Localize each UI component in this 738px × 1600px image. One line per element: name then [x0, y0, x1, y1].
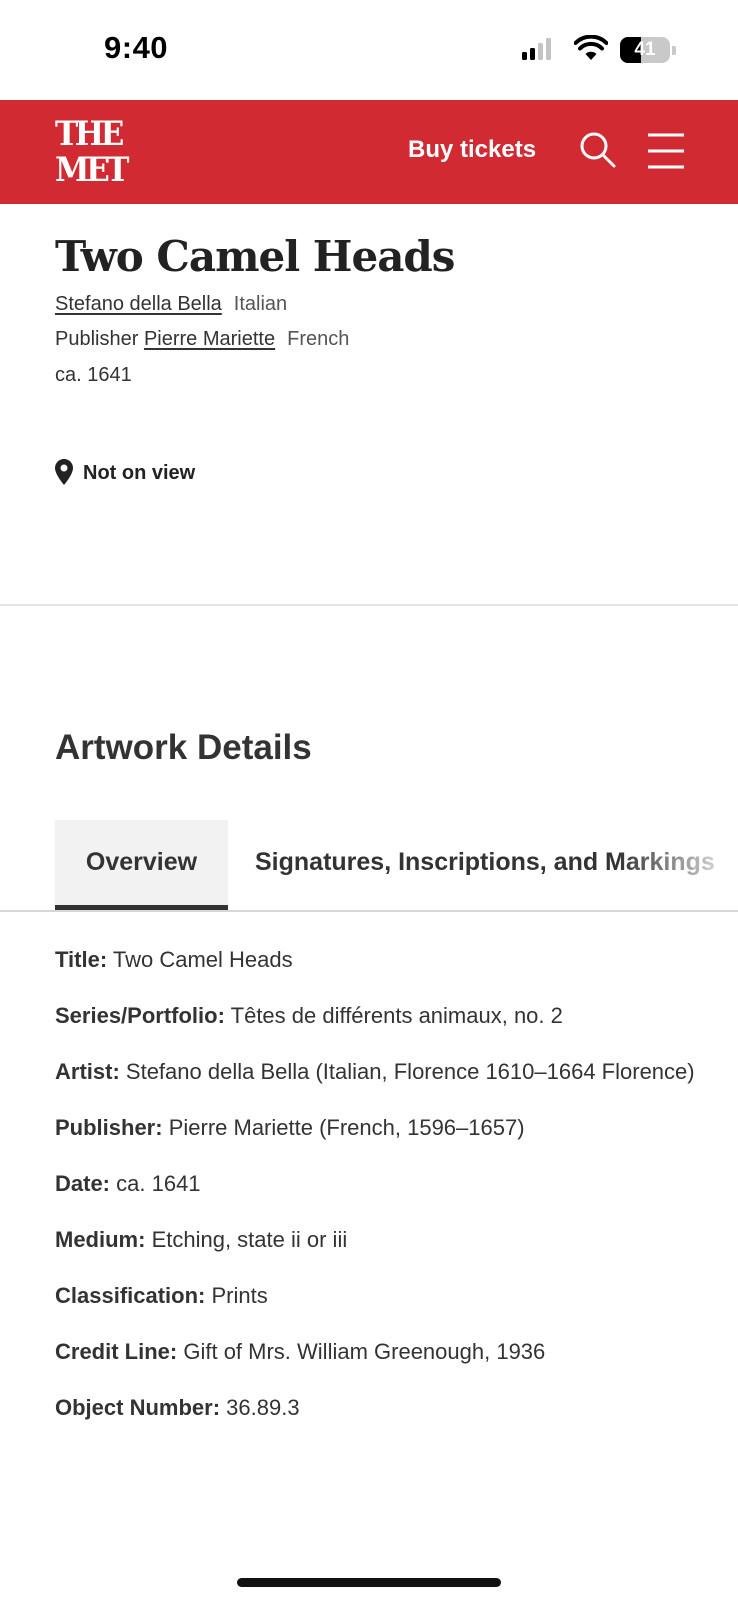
tab-overview[interactable]: Overview: [55, 820, 228, 910]
battery-percent: 41: [634, 39, 656, 60]
battery-icon: 41: [620, 37, 676, 63]
detail-value: 36.89.3: [226, 1395, 300, 1420]
publisher-line: Publisher Pierre Mariette French: [55, 328, 349, 351]
detail-label: Publisher:: [55, 1115, 163, 1140]
detail-row-date: Date: ca. 1641: [55, 1164, 695, 1204]
cellular-signal-icon: [522, 38, 551, 60]
wifi-icon: [574, 35, 608, 60]
detail-label: Artist:: [55, 1059, 120, 1084]
artist-nationality: Italian: [233, 293, 288, 315]
buy-tickets-link[interactable]: Buy tickets: [408, 136, 536, 164]
status-time: 9:40: [104, 30, 169, 65]
detail-row-title: Title: Two Camel Heads: [55, 940, 695, 980]
details-list: Title: Two Camel Heads Series/Portfolio:…: [55, 940, 695, 1444]
detail-row-artist: Artist: Stefano della Bella (Italian, Fl…: [55, 1052, 695, 1092]
detail-label: Title:: [55, 947, 108, 972]
logo-line-the: THE: [55, 114, 124, 154]
tabs-underline: [0, 910, 738, 912]
detail-label: Object Number:: [55, 1395, 221, 1420]
detail-row-series: Series/Portfolio: Têtes de différents an…: [55, 996, 695, 1036]
detail-value: Gift of Mrs. William Greenough, 1936: [183, 1339, 546, 1364]
detail-label: Medium:: [55, 1227, 146, 1252]
artwork-date: ca. 1641: [55, 364, 132, 386]
detail-label: Classification:: [55, 1283, 206, 1308]
section-divider: [0, 604, 738, 606]
view-status-label: Not on view: [83, 462, 196, 484]
detail-row-medium: Medium: Etching, state ii or iii: [55, 1220, 695, 1260]
publisher-link[interactable]: Pierre Mariette: [144, 328, 275, 350]
artwork-title: Two Camel Heads: [55, 232, 455, 281]
detail-row-object-number: Object Number: 36.89.3: [55, 1388, 695, 1428]
page: 9:40 41 THE MET Buy tickets Two Camel He…: [0, 0, 738, 1600]
detail-row-publisher: Publisher: Pierre Mariette (French, 1596…: [55, 1108, 695, 1148]
logo-line-met: MET: [55, 150, 129, 190]
artist-link[interactable]: Stefano della Bella: [55, 293, 222, 315]
hamburger-menu-icon[interactable]: [646, 132, 686, 170]
detail-row-classification: Classification: Prints: [55, 1276, 695, 1316]
home-indicator[interactable]: [237, 1578, 501, 1587]
search-icon[interactable]: [578, 130, 618, 170]
status-bar: 9:40 41: [0, 0, 738, 100]
detail-value: Etching, state ii or iii: [151, 1227, 348, 1252]
publisher-nationality: French: [287, 328, 350, 350]
met-logo[interactable]: THE MET: [55, 114, 129, 190]
detail-value: Têtes de différents animaux, no. 2: [230, 1003, 563, 1028]
location-pin-icon: [55, 459, 73, 485]
detail-value: Stefano della Bella (Italian, Florence 1…: [125, 1059, 695, 1084]
detail-value: Prints: [211, 1283, 268, 1308]
detail-label: Date:: [55, 1171, 111, 1196]
detail-row-credit-line: Credit Line: Gift of Mrs. William Greeno…: [55, 1332, 695, 1372]
detail-value: Two Camel Heads: [112, 947, 293, 972]
detail-label: Credit Line:: [55, 1339, 178, 1364]
artwork-details-heading: Artwork Details: [55, 728, 312, 767]
artist-line: Stefano della Bella Italian: [55, 293, 287, 316]
detail-label: Series/Portfolio:: [55, 1003, 225, 1028]
detail-value: ca. 1641: [116, 1171, 201, 1196]
tabs-scroll-fade: [618, 820, 738, 910]
publisher-prefix: Publisher: [55, 328, 139, 350]
site-header: THE MET Buy tickets: [0, 100, 738, 204]
detail-value: Pierre Mariette (French, 1596–1657): [168, 1115, 525, 1140]
details-tabs: Overview Signatures, Inscriptions, and M…: [0, 820, 738, 912]
